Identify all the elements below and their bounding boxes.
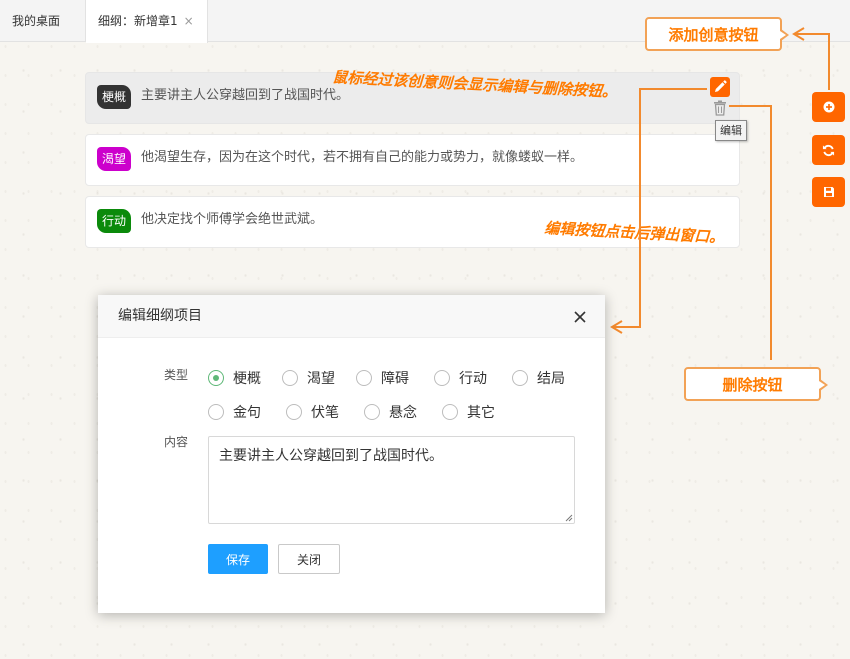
tab-my-desktop[interactable]: 我的桌面 bbox=[0, 0, 86, 42]
card-tag: 渴望 bbox=[97, 147, 131, 171]
radio-label: 梗概 bbox=[233, 371, 261, 387]
outline-card-desire[interactable]: 渴望 他渴望生存，因为在这个时代，若不拥有自己的能力或势力，就像蝼蚁一样。 bbox=[85, 134, 740, 186]
radio-circle bbox=[442, 404, 458, 420]
tab-outline-chapter[interactable]: 细纲：新增章1 × bbox=[86, 0, 208, 43]
type-radio-desire[interactable]: 渴望 bbox=[282, 368, 335, 388]
type-radio-golden-line[interactable]: 金句 bbox=[208, 402, 261, 422]
radio-circle bbox=[364, 404, 380, 420]
type-label: 类型 bbox=[164, 368, 189, 382]
add-idea-callout: 添加创意按钮 bbox=[645, 17, 789, 51]
card-text: 他决定找个师傅学会绝世武斌。 bbox=[141, 212, 324, 227]
edit-outline-dialog: 编辑细纲项目 类型 梗概 渴望 障碍 行动 结局 金句 伏笔 悬念 其它 内容 … bbox=[98, 295, 605, 613]
content-textarea[interactable]: 主要讲主人公穿越回到了战国时代。 bbox=[208, 436, 575, 524]
refresh-icon bbox=[822, 144, 835, 156]
radio-circle bbox=[434, 370, 450, 386]
radio-circle bbox=[208, 370, 224, 386]
radio-label: 金句 bbox=[233, 405, 261, 421]
delete-button[interactable] bbox=[713, 100, 727, 116]
radio-label: 结局 bbox=[537, 371, 565, 387]
pencil-icon bbox=[715, 80, 727, 92]
type-radio-obstacle[interactable]: 障碍 bbox=[356, 368, 409, 388]
radio-label: 行动 bbox=[459, 371, 487, 387]
content-label: 内容 bbox=[164, 435, 189, 449]
radio-label: 渴望 bbox=[307, 371, 335, 387]
type-radio-foreshadow[interactable]: 伏笔 bbox=[286, 402, 339, 422]
dialog-title: 编辑细纲项目 bbox=[118, 308, 202, 324]
card-text: 他渴望生存，因为在这个时代，若不拥有自己的能力或势力，就像蝼蚁一样。 bbox=[141, 150, 584, 165]
dialog-header: 编辑细纲项目 bbox=[98, 295, 605, 338]
radio-label: 其它 bbox=[467, 405, 495, 421]
radio-circle bbox=[512, 370, 528, 386]
radio-label: 障碍 bbox=[381, 371, 409, 387]
card-tag: 行动 bbox=[97, 209, 131, 233]
type-radio-other[interactable]: 其它 bbox=[442, 402, 495, 422]
save-icon bbox=[823, 187, 834, 197]
refresh-button[interactable] bbox=[812, 135, 845, 165]
edit-button[interactable] bbox=[710, 77, 730, 97]
card-text: 主要讲主人公穿越回到了战国时代。 bbox=[141, 88, 350, 103]
add-idea-button[interactable] bbox=[812, 92, 845, 122]
type-radio-action[interactable]: 行动 bbox=[434, 368, 487, 388]
close-icon[interactable] bbox=[572, 309, 588, 325]
tab-label: 细纲：新增章1 bbox=[98, 14, 178, 28]
delete-callout: 删除按钮 bbox=[684, 367, 828, 401]
tab-close-icon[interactable]: × bbox=[184, 14, 194, 28]
radio-circle bbox=[282, 370, 298, 386]
radio-circle bbox=[208, 404, 224, 420]
save-button[interactable] bbox=[812, 177, 845, 207]
radio-label: 悬念 bbox=[389, 405, 417, 421]
radio-label: 伏笔 bbox=[311, 405, 339, 421]
plus-circle-icon bbox=[823, 101, 834, 113]
type-radio-ending[interactable]: 结局 bbox=[512, 368, 565, 388]
resize-grip-icon[interactable] bbox=[565, 514, 573, 522]
type-radio-suspense[interactable]: 悬念 bbox=[364, 402, 417, 422]
radio-circle bbox=[286, 404, 302, 420]
trash-icon bbox=[714, 100, 726, 116]
radio-circle bbox=[356, 370, 372, 386]
edit-tooltip: 编辑 bbox=[715, 120, 747, 141]
save-dialog-button[interactable]: 保存 bbox=[208, 544, 268, 574]
close-dialog-button[interactable]: 关闭 bbox=[278, 544, 340, 574]
card-tag: 梗概 bbox=[97, 85, 131, 109]
tab-label: 我的桌面 bbox=[12, 14, 61, 28]
type-radio-synopsis[interactable]: 梗概 bbox=[208, 368, 261, 388]
